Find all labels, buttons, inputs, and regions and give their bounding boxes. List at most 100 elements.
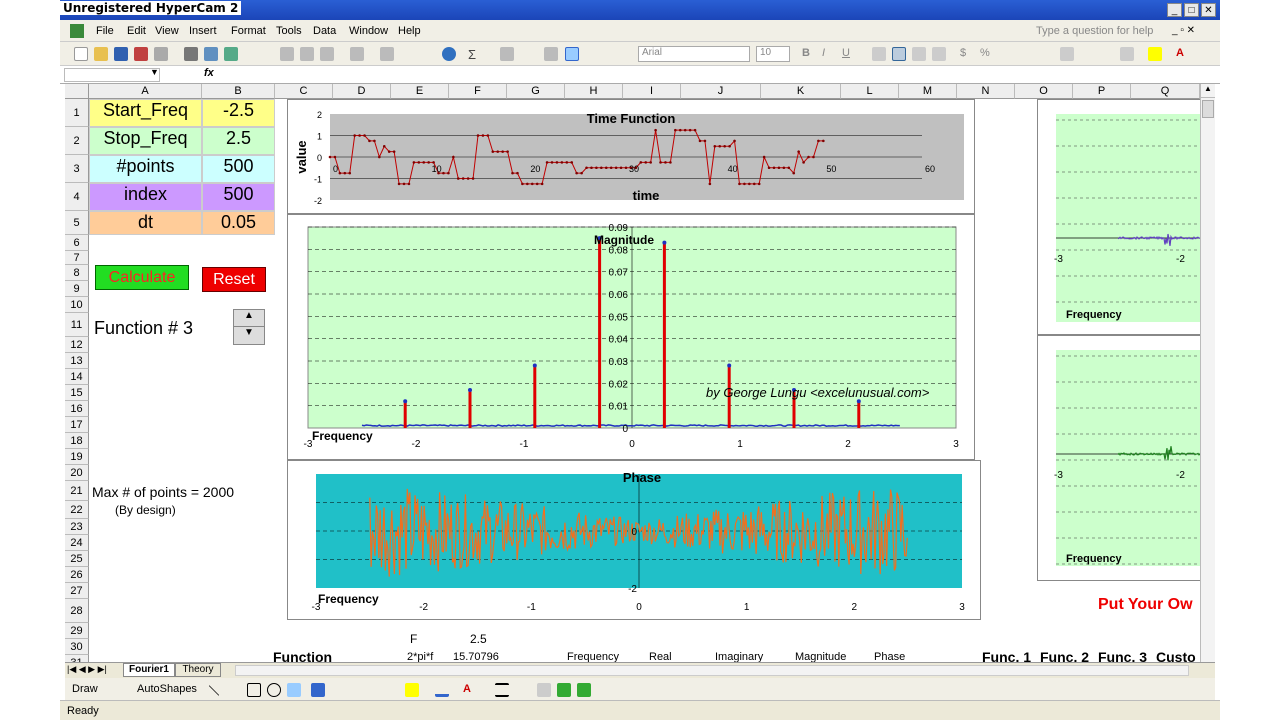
column-header-o[interactable]: O <box>1015 84 1073 99</box>
line-icon[interactable] <box>208 685 220 696</box>
row-header[interactable]: 1 <box>65 99 89 127</box>
calculate-button[interactable]: Calculate <box>95 265 189 290</box>
reset-button[interactable]: Reset <box>202 267 266 292</box>
textbox-icon[interactable] <box>287 683 301 697</box>
font-color-icon[interactable]: A <box>1176 47 1190 61</box>
magnitude-chart[interactable]: -3 -2 -1 0 1 2 3 0.09 0.08 0.07 0.06 0.05 0.04 0.03 0.… <box>287 214 975 460</box>
row-header[interactable]: 23 <box>65 519 89 535</box>
cell-f30[interactable]: 2.5 <box>470 632 487 646</box>
row-header[interactable]: 21 <box>65 481 89 501</box>
align-right-icon[interactable] <box>912 47 926 61</box>
save-icon[interactable] <box>114 47 128 61</box>
help-search-input[interactable]: Type a question for help <box>1036 25 1153 37</box>
column-header-g[interactable]: G <box>507 84 565 99</box>
indent-icon[interactable] <box>1060 47 1074 61</box>
menu-view[interactable]: View <box>155 25 179 37</box>
param-value-dt[interactable]: 0.05 <box>202 211 275 235</box>
row-header[interactable]: 22 <box>65 501 89 519</box>
cell-h31[interactable]: Frequency <box>567 651 619 662</box>
column-header-d[interactable]: D <box>333 84 391 99</box>
horizontal-scrollbar[interactable] <box>235 665 1189 676</box>
fill-color-icon[interactable] <box>1148 47 1162 61</box>
row-header[interactable]: 5 <box>65 211 89 235</box>
row-header[interactable]: 15 <box>65 385 89 401</box>
row-header[interactable]: 29 <box>65 623 89 639</box>
column-header-c[interactable]: C <box>275 84 333 99</box>
select-all-corner[interactable] <box>65 84 89 99</box>
column-header-l[interactable]: L <box>841 84 899 99</box>
cell-f31[interactable]: 15.70796 <box>453 651 499 662</box>
bold-icon[interactable]: B <box>802 47 816 61</box>
undo-icon[interactable] <box>350 47 364 61</box>
autosum-icon[interactable]: Σ <box>468 47 482 62</box>
doc-close-icon[interactable]: _ ▫ ✕ <box>1172 25 1195 36</box>
scroll-thumb[interactable] <box>1202 100 1214 118</box>
row-header[interactable]: 27 <box>65 583 89 599</box>
row-header[interactable]: 20 <box>65 465 89 481</box>
menu-help[interactable]: Help <box>398 25 421 37</box>
name-box-dropdown-icon[interactable]: ▼ <box>150 67 159 77</box>
vertical-scrollbar[interactable]: ▲ <box>1200 84 1215 662</box>
param-value-stop-freq[interactable]: 2.5 <box>202 127 275 155</box>
new-icon[interactable] <box>74 47 88 61</box>
drawing-icon[interactable] <box>565 47 579 61</box>
formula-input[interactable] <box>220 68 1210 82</box>
row-header[interactable]: 11 <box>65 313 89 337</box>
column-header-b[interactable]: B <box>202 84 275 99</box>
menu-file[interactable]: File <box>96 25 114 37</box>
column-header-m[interactable]: M <box>899 84 957 99</box>
spreadsheet-grid[interactable]: A B C D E F G H I J K L M N O P Q 123456… <box>65 84 1215 662</box>
currency-icon[interactable]: $ <box>960 47 974 61</box>
small-chart-1[interactable]: -3 -2 Frequency <box>1037 99 1215 335</box>
row-header[interactable]: 6 <box>65 235 89 251</box>
hyperlink-icon[interactable] <box>442 47 456 61</box>
cell-p31[interactable]: Func. 3 <box>1098 649 1147 662</box>
sheet-nav-icons[interactable]: |◀ ◀ ▶ ▶| <box>67 664 107 675</box>
row-header[interactable]: 8 <box>65 265 89 281</box>
close-icon[interactable]: ✕ <box>1201 3 1216 17</box>
row-header[interactable]: 28 <box>65 599 89 623</box>
sort-icon[interactable] <box>500 47 514 61</box>
print-icon[interactable] <box>184 47 198 61</box>
menu-data[interactable]: Data <box>313 25 336 37</box>
cell-n31[interactable]: Func. 1 <box>982 649 1031 662</box>
row-header[interactable]: 26 <box>65 567 89 583</box>
menu-edit[interactable]: Edit <box>127 25 146 37</box>
borders-icon[interactable] <box>1120 47 1134 61</box>
column-header-i[interactable]: I <box>623 84 681 99</box>
column-header-k[interactable]: K <box>761 84 841 99</box>
spin-up-icon[interactable]: ▲ <box>234 310 264 327</box>
row-header[interactable]: 18 <box>65 433 89 449</box>
draw-fill-color-icon[interactable] <box>405 683 419 697</box>
cell-e30[interactable]: F <box>410 632 417 646</box>
menu-window[interactable]: Window <box>349 25 388 37</box>
param-label-points[interactable]: #points <box>89 155 202 183</box>
wordart-icon[interactable] <box>311 683 325 697</box>
italic-icon[interactable]: I <box>822 47 836 61</box>
column-header-h[interactable]: H <box>565 84 623 99</box>
paste-icon[interactable] <box>320 47 334 61</box>
row-header[interactable]: 31 <box>65 655 89 662</box>
name-box[interactable] <box>64 68 160 82</box>
menu-insert[interactable]: Insert <box>189 25 217 37</box>
align-center-icon[interactable] <box>892 47 906 61</box>
row-header[interactable]: 16 <box>65 401 89 417</box>
redo-icon[interactable] <box>380 47 394 61</box>
cell-k31[interactable]: Magnitude <box>795 651 846 662</box>
param-label-index[interactable]: index <box>89 183 202 211</box>
column-header-p[interactable]: P <box>1073 84 1131 99</box>
row-header[interactable]: 9 <box>65 281 89 297</box>
copy-icon[interactable] <box>300 47 314 61</box>
row-header[interactable]: 14 <box>65 369 89 385</box>
scroll-up-icon[interactable]: ▲ <box>1201 84 1215 98</box>
maximize-icon[interactable]: □ <box>1184 3 1199 17</box>
param-label-dt[interactable]: dt <box>89 211 202 235</box>
row-header[interactable]: 7 <box>65 251 89 265</box>
draw-font-color-icon[interactable]: A <box>463 683 477 697</box>
row-header[interactable]: 19 <box>65 449 89 465</box>
param-label-stop-freq[interactable]: Stop_Freq <box>89 127 202 155</box>
open-icon[interactable] <box>94 47 108 61</box>
align-left-icon[interactable] <box>872 47 886 61</box>
merge-icon[interactable] <box>932 47 946 61</box>
arrow-style-icon[interactable] <box>537 683 551 697</box>
